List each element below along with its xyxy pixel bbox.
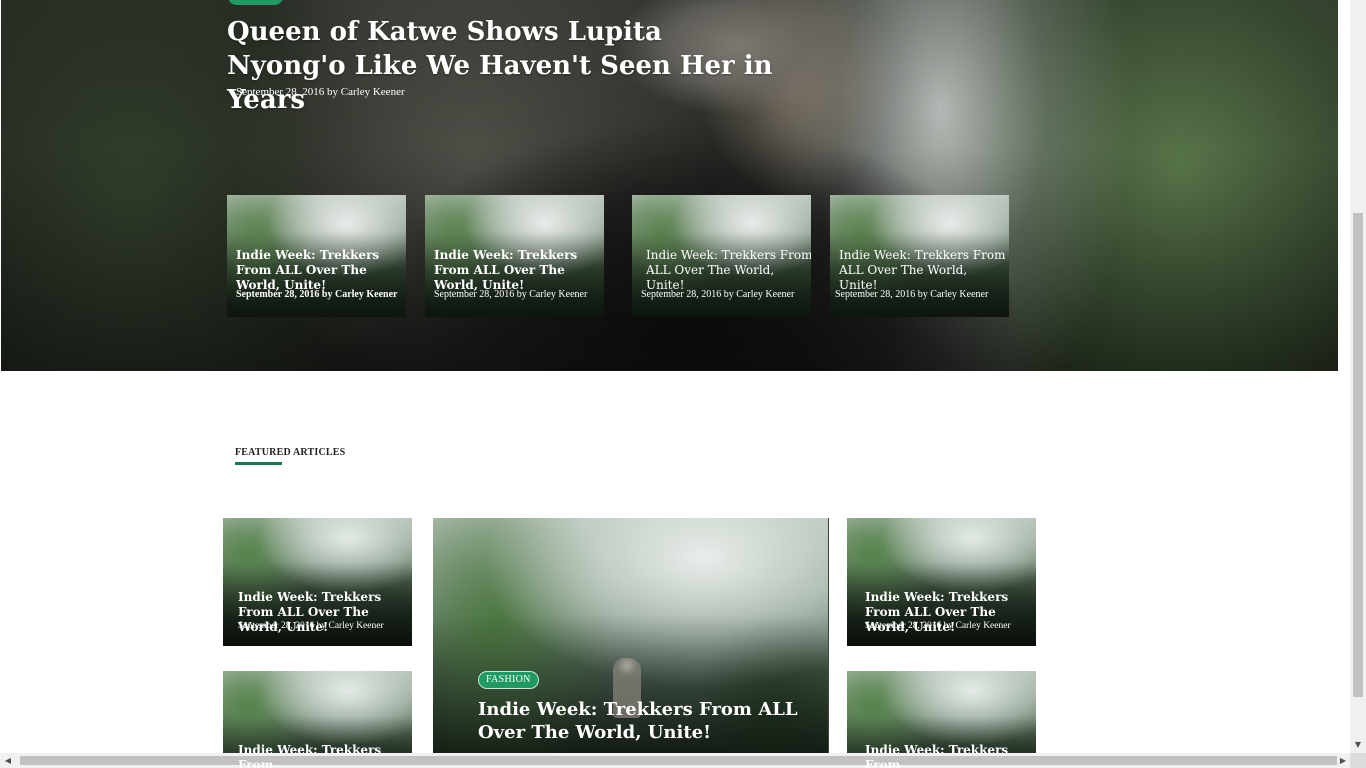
hero-card-meta: September 28, 2016 by Carley Keener	[434, 289, 588, 300]
vertical-scrollbar-thumb[interactable]	[1353, 213, 1363, 697]
featured-card-meta: September 28, 2016 by Carley Keener	[865, 621, 1011, 631]
chevron-right-icon[interactable]: ▶	[1338, 755, 1348, 766]
featured-card-title[interactable]: Indie Week: Trekkers From	[238, 743, 408, 768]
chevron-left-icon[interactable]: ◀	[3, 755, 13, 766]
hero-card-meta: September 28, 2016 by Carley Keener	[835, 289, 989, 300]
hero-card-meta: September 28, 2016 by Carley Keener	[236, 289, 398, 300]
hero-card[interactable]: Indie Week: Trekkers From ALL Over The W…	[632, 195, 811, 317]
hero-card-meta: September 28, 2016 by Carley Keener	[641, 289, 795, 300]
featured-side-card[interactable]: Indie Week: Trekkers From	[847, 671, 1036, 768]
chevron-down-icon[interactable]: ▼	[1353, 740, 1363, 750]
hero-title[interactable]: Queen of Katwe Shows Lupita Nyong'o Like…	[227, 15, 787, 117]
featured-side-card[interactable]: Indie Week: Trekkers From	[223, 671, 412, 768]
featured-side-card[interactable]: Indie Week: Trekkers From ALL Over The W…	[847, 518, 1036, 646]
featured-main-title[interactable]: Indie Week: Trekkers From ALL Over The W…	[478, 698, 808, 744]
hero-card-title[interactable]: Indie Week: Trekkers From ALL Over The W…	[236, 248, 404, 293]
featured-card-meta: September 28, 2016 by Carley Keener	[238, 621, 384, 631]
featured-heading: FEATURED ARTICLES	[235, 447, 346, 458]
horizontal-scrollbar[interactable]: ◀ ▶	[0, 753, 1350, 768]
vertical-scrollbar[interactable]: ▼	[1350, 0, 1366, 768]
hero-card[interactable]: Indie Week: Trekkers From ALL Over The W…	[830, 195, 1009, 317]
hero-card[interactable]: Indie Week: Trekkers From ALL Over The W…	[425, 195, 604, 317]
featured-card-title[interactable]: Indie Week: Trekkers From	[865, 743, 1035, 768]
featured-side-card[interactable]: Indie Week: Trekkers From ALL Over The W…	[223, 518, 412, 646]
hero-category-badge[interactable]	[228, 0, 283, 5]
hero-meta: September 28, 2016 by Carley Keener	[236, 86, 405, 98]
scrollbar-corner	[1350, 753, 1366, 768]
category-badge[interactable]: FASHION	[478, 671, 539, 689]
horizontal-scrollbar-thumb[interactable]	[20, 756, 1337, 765]
hero-card[interactable]: Indie Week: Trekkers From ALL Over The W…	[227, 195, 406, 317]
hero-card-title[interactable]: Indie Week: Trekkers From ALL Over The W…	[646, 248, 811, 293]
hero-banner[interactable]: Queen of Katwe Shows Lupita Nyong'o Like…	[1, 0, 1338, 371]
featured-heading-underline	[235, 462, 282, 465]
featured-main-card[interactable]: FASHION Indie Week: Trekkers From ALL Ov…	[433, 518, 829, 758]
hero-card-title[interactable]: Indie Week: Trekkers From ALL Over The W…	[434, 248, 602, 293]
hero-card-title[interactable]: Indie Week: Trekkers From ALL Over The W…	[839, 248, 1007, 293]
